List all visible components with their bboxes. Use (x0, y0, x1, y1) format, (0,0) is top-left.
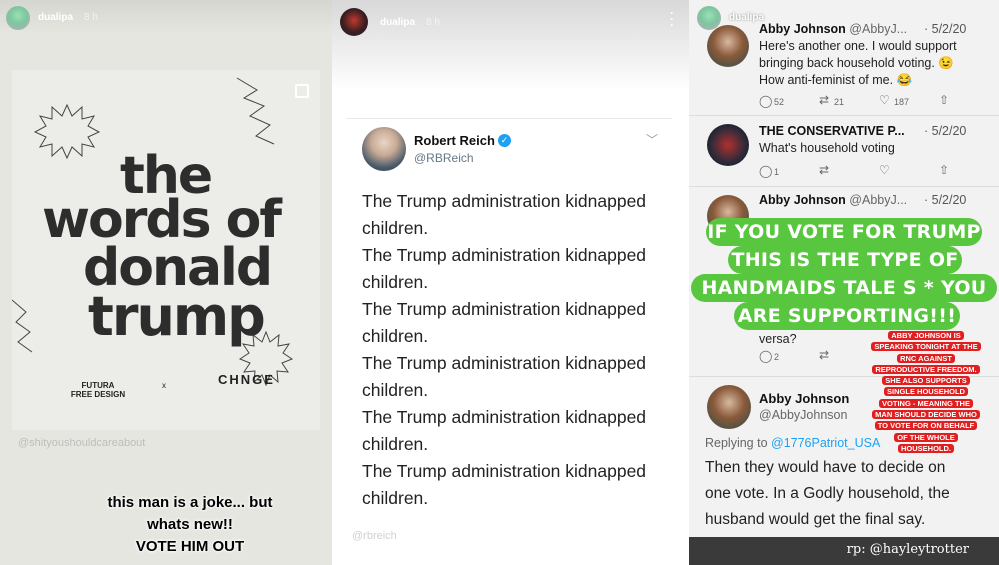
retweet-icon[interactable]: ⇄ (819, 348, 829, 362)
tweet-author-name[interactable]: THE CONSERVATIVE P... (759, 124, 905, 138)
post-time: 8 h (426, 17, 440, 28)
mention-tag[interactable]: @rbreich (352, 530, 397, 542)
author-handle[interactable]: @AbbyJ... (849, 22, 907, 36)
futura-logo: FUTURA FREE DESIGN (70, 381, 126, 399)
tweet-date: · 5/2/20 (924, 124, 967, 138)
tweet-item[interactable]: Abby Johnson @AbbyJ... · 5/2/20 Here's a… (689, 15, 999, 116)
more-options-icon[interactable]: · · · (670, 7, 674, 31)
tweet-avatar[interactable] (707, 385, 751, 429)
verified-icon: ✓ (498, 134, 511, 147)
tweet-line: Then they would have to decide on (705, 459, 946, 476)
tweet-line: one vote. In a Godly household, the (705, 485, 950, 502)
reply-icon[interactable]: ◯ (759, 94, 772, 108)
tweet-author-name[interactable]: Robert Reich (414, 133, 495, 148)
tweet-line: children. (362, 488, 429, 508)
tweet-author-handle[interactable]: @RBReich (414, 151, 474, 165)
reply-icon[interactable]: ◯ (759, 349, 772, 363)
share-icon[interactable]: ⇧ (939, 163, 949, 177)
tweet-line: husband would get the final say. (705, 511, 926, 528)
user-avatar[interactable] (6, 6, 30, 30)
reply-icon[interactable]: ◯ (759, 164, 772, 178)
user-avatar[interactable] (340, 8, 368, 36)
overlay-text-line-1: IF YOU VOTE FOR TRUMP (706, 218, 982, 246)
author-handle[interactable]: @AbbyJ... (849, 193, 907, 207)
caption-line-1: this man is a joke... but (107, 494, 273, 511)
red-note-line: SHE ALSO SUPPORTS (882, 376, 970, 386)
tweet-line: What's household voting (759, 141, 895, 155)
tweet-line: The Trump administration kidnapped (362, 407, 647, 427)
tweet-line: Here's another one. I would support (759, 39, 957, 53)
retweet-count: 21 (834, 97, 845, 107)
tweet-line: children. (362, 380, 429, 400)
partial-text: versa? (759, 332, 797, 346)
replying-prefix: Replying to (705, 436, 772, 450)
story-header-2 (332, 0, 689, 90)
reply-count: 2 (774, 352, 780, 362)
square-icon[interactable] (295, 84, 309, 98)
like-icon[interactable]: ♡ (879, 93, 890, 107)
tweet-line: The Trump administration kidnapped (362, 299, 647, 319)
retweet-icon[interactable]: ⇄ (819, 163, 829, 177)
tweet-line: children. (362, 326, 429, 346)
tweet-author-name[interactable]: Abby Johnson (759, 391, 849, 406)
tweet-item[interactable]: THE CONSERVATIVE P... · 5/2/20 What's ho… (689, 116, 999, 187)
red-note-line: TO VOTE FOR ON BEHALF (874, 421, 978, 431)
tweet-line: bringing back household voting. 😉 (759, 56, 954, 70)
red-note-line: SINGLE HOUSEHOLD (884, 387, 968, 397)
credit-bar: rp: @hayleytrotter (689, 537, 999, 565)
like-count: 187 (894, 97, 910, 107)
reply-count: 1 (774, 167, 780, 177)
username[interactable]: dualipa (380, 17, 415, 28)
username[interactable]: dualipa (38, 12, 73, 23)
overlay-text-line-4: ARE SUPPORTING!!! (734, 302, 960, 330)
chnge-logo: CHNGE (218, 372, 275, 387)
tweet-line: The Trump administration kidnapped (362, 191, 647, 211)
red-note-line: HOUSEHOLD. (897, 443, 954, 453)
tweet-card: Robert Reich ✓ @RBReich ﹀ The Trump admi… (346, 118, 672, 518)
red-note-line: REPRODUCTIVE FREEDOM. (872, 364, 980, 374)
like-icon[interactable]: ♡ (879, 163, 890, 177)
overlay-text-line-3: HANDMAIDS TALE S * YOU (691, 274, 997, 302)
repost-credit[interactable]: rp: @hayleytrotter (847, 542, 969, 557)
tweet-author-name[interactable]: Abby Johnson @AbbyJ... (759, 22, 907, 36)
red-note: ABBY JOHNSON IS SPEAKING TONIGHT AT THE … (862, 330, 990, 454)
tweet-line: children. (362, 218, 429, 238)
retweet-icon[interactable]: ⇄ (819, 93, 829, 107)
caption-line-2: whats new!! (147, 516, 233, 533)
story-panel-2: dualipa 8 h · · · Robert Reich ✓ @RBReich … (332, 0, 689, 565)
mention-tag[interactable]: @shityoushouldcareabout (18, 437, 145, 449)
red-note-line: OF THE WHOLE (894, 432, 958, 442)
chevron-down-icon[interactable]: ﹀ (646, 131, 658, 148)
author-name[interactable]: Abby Johnson (759, 193, 846, 207)
caption-line-3: VOTE HIM OUT (135, 538, 245, 555)
logo-separator: x (162, 381, 166, 390)
tweet-avatar[interactable] (362, 127, 406, 171)
replying-to: Replying to @1776Patriot_USA (705, 436, 880, 450)
tweet-line: The Trump administration kidnapped (362, 245, 647, 265)
title-line-4: trump (88, 285, 266, 348)
post-time: 8 h (84, 12, 98, 23)
story-panel-1: dualipa 8 h the words of donald trump FU… (0, 0, 332, 565)
red-note-line: MAN SHOULD DECIDE WHO (872, 410, 980, 420)
red-note-line: VOTING - MEANING THE (879, 398, 973, 408)
tweet-line: The Trump administration kidnapped (362, 353, 647, 373)
share-icon[interactable]: ⇧ (939, 93, 949, 107)
red-note-line: ABBY JOHNSON IS (888, 331, 964, 340)
red-note-line: SPEAKING TONIGHT AT THE (871, 342, 981, 352)
author-name[interactable]: Abby Johnson (759, 22, 846, 36)
tweet-author-name[interactable]: Abby Johnson @AbbyJ... (759, 193, 907, 207)
reply-count: 52 (774, 97, 785, 107)
tweet-date: · 5/2/20 (924, 193, 967, 207)
overlay-text-line-2: THIS IS THE TYPE OF (728, 246, 962, 274)
red-note-line: RNC AGAINST (897, 353, 955, 363)
tweet-line: children. (362, 434, 429, 454)
tweet-avatar[interactable] (707, 25, 749, 67)
tweet-date: · 5/2/20 (924, 22, 967, 36)
tweet-avatar[interactable] (707, 124, 749, 166)
tweet-line: The Trump administration kidnapped (362, 461, 647, 481)
tweet-line: children. (362, 272, 429, 292)
tweet-line: How anti-feminist of me. 😂 (759, 73, 913, 87)
tweet-author-handle[interactable]: @AbbyJohnson (759, 408, 847, 422)
